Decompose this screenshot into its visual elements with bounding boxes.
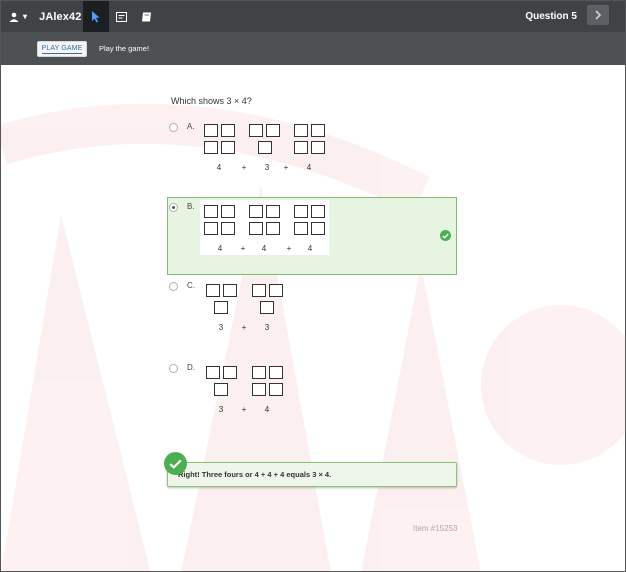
figure-label: 4 [216, 163, 222, 172]
unit-square [204, 222, 218, 235]
figure-label: 3 [218, 405, 224, 414]
unit-square [214, 301, 228, 314]
reference-tool-button[interactable] [133, 1, 159, 32]
unit-square [221, 205, 235, 218]
unit-square [252, 383, 266, 396]
feedback-check-icon [164, 452, 187, 475]
correct-check-icon [440, 230, 451, 241]
unit-square [204, 124, 218, 137]
figure-label: 3 [264, 323, 270, 332]
user-menu[interactable]: ▾ JAlex42 [9, 1, 81, 32]
figure-label: + [241, 405, 247, 414]
figure-label: 3 [218, 323, 224, 332]
figure-label: 4 [217, 244, 223, 253]
book-icon [141, 12, 151, 21]
unit-square [223, 284, 237, 297]
unit-square [252, 284, 266, 297]
unit-square [223, 366, 237, 379]
figure-label: 4 [306, 163, 312, 172]
username: JAlex42 [39, 10, 82, 23]
option-d-letter: D. [187, 363, 195, 372]
unit-square [311, 222, 325, 235]
chevron-right-icon [595, 10, 602, 20]
option-d-radio[interactable] [169, 364, 178, 373]
top-bar: ▾ JAlex42 Question 5 [1, 1, 625, 32]
pointer-icon [92, 10, 100, 22]
unit-square [269, 284, 283, 297]
unit-square [221, 124, 235, 137]
unit-square [294, 222, 308, 235]
play-game-button[interactable]: PLAY GAME [37, 41, 87, 57]
figure-label: + [286, 244, 292, 253]
unit-square [221, 222, 235, 235]
figure-label: + [241, 323, 247, 332]
option-b-letter: B. [187, 202, 195, 211]
unit-square [249, 124, 263, 137]
figure-label: + [241, 163, 247, 172]
figure-label: 4 [261, 244, 267, 253]
notepad-icon [115, 11, 127, 22]
figure-label: 4 [264, 405, 270, 414]
option-c-radio[interactable] [169, 282, 178, 291]
unit-square [258, 141, 272, 154]
unit-square [269, 366, 283, 379]
figure-label: 4 [307, 244, 313, 253]
option-a-radio[interactable] [169, 123, 178, 132]
caret-down-icon: ▾ [23, 12, 28, 21]
unit-square [214, 383, 228, 396]
game-bar: PLAY GAME Play the game! [1, 32, 625, 65]
unit-square [266, 222, 280, 235]
figure-label: 3 [264, 163, 270, 172]
notepad-tool-button[interactable] [108, 1, 134, 32]
unit-square [249, 222, 263, 235]
unit-square [206, 284, 220, 297]
unit-square [249, 205, 263, 218]
question-number-label: Question 5 [525, 11, 577, 22]
unit-square [266, 205, 280, 218]
option-a-letter: A. [187, 122, 195, 131]
unit-square [294, 124, 308, 137]
unit-square [221, 141, 235, 154]
figure-label: + [283, 163, 289, 172]
unit-square [311, 141, 325, 154]
question-prompt: Which shows 3 × 4? [171, 96, 252, 106]
unit-square [311, 205, 325, 218]
unit-square [260, 301, 274, 314]
app-frame: ▾ JAlex42 Question 5 PLAY GAME Play the … [0, 0, 626, 572]
unit-square [294, 141, 308, 154]
unit-square [269, 383, 283, 396]
unit-square [252, 366, 266, 379]
unit-square [206, 366, 220, 379]
feedback-text: Right! Three fours or 4 + 4 + 4 equals 3… [178, 470, 332, 479]
unit-square [204, 141, 218, 154]
item-id: Item #15253 [413, 524, 458, 533]
next-question-button[interactable] [587, 5, 609, 25]
figure-label: + [240, 244, 246, 253]
unit-square [266, 124, 280, 137]
option-b-radio[interactable] [169, 203, 178, 212]
pointer-tool-button[interactable] [83, 1, 109, 32]
unit-square [294, 205, 308, 218]
option-c-letter: C. [187, 281, 195, 290]
play-game-text: Play the game! [99, 44, 150, 53]
unit-square [204, 205, 218, 218]
user-icon [9, 12, 19, 22]
unit-square [311, 124, 325, 137]
